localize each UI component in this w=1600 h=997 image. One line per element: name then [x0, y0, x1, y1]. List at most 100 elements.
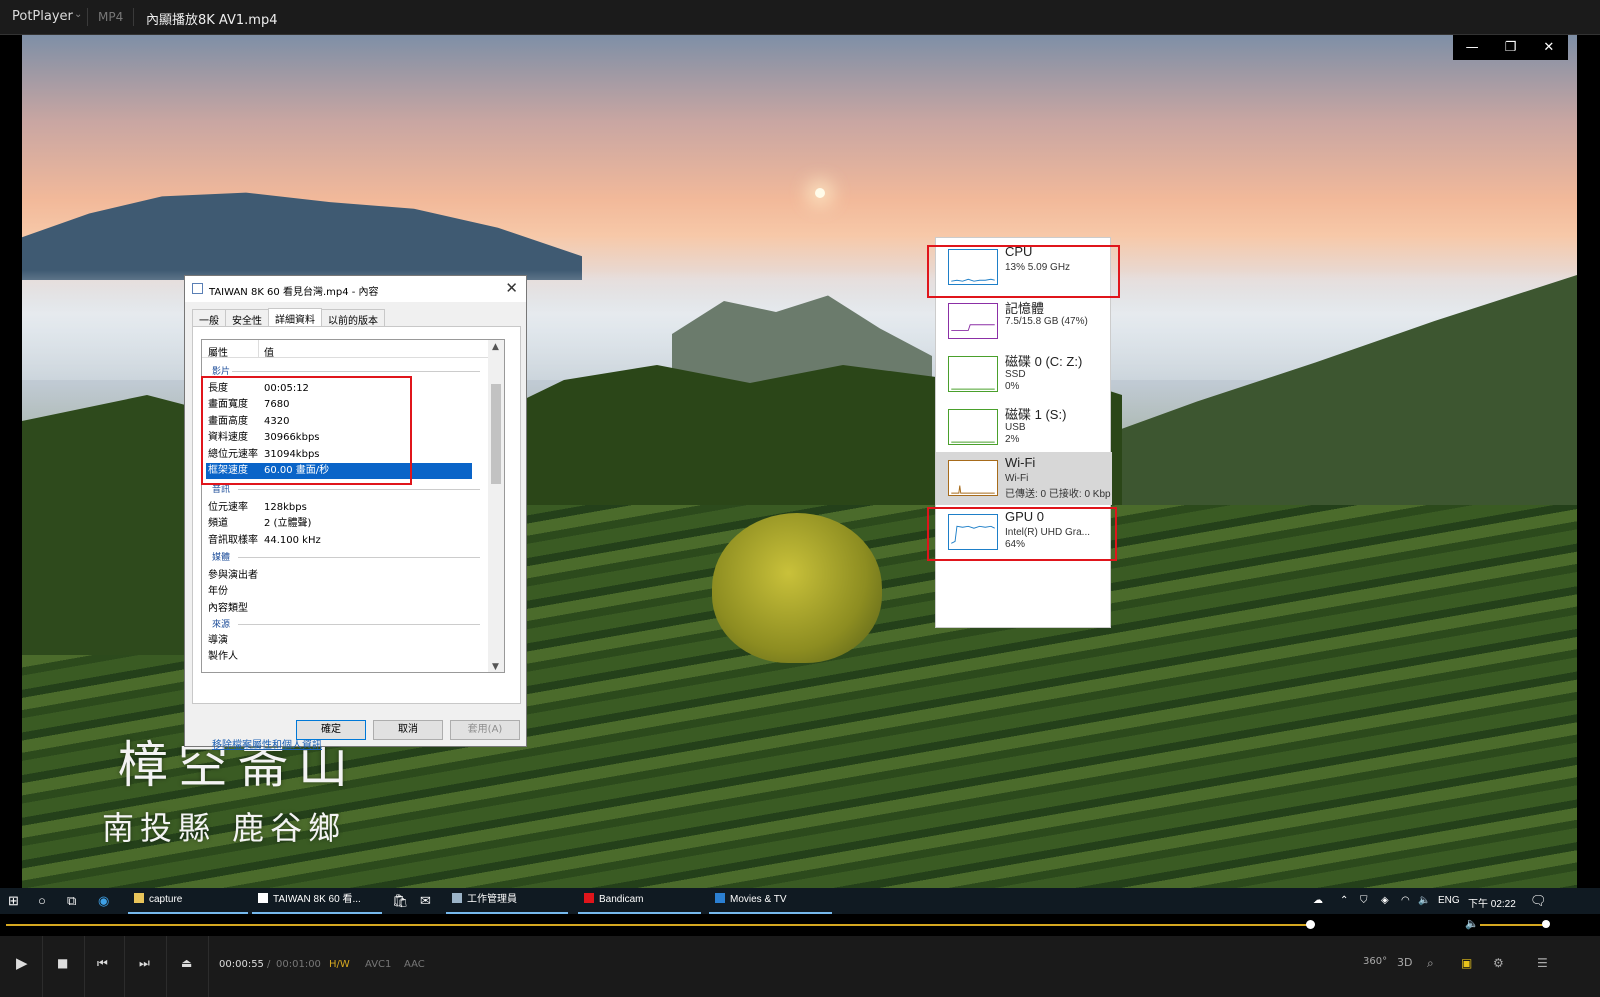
property-row[interactable]: 年份: [206, 584, 472, 600]
tab-security[interactable]: 安全性: [225, 309, 269, 327]
property-row[interactable]: 內容類型: [206, 601, 472, 617]
chevron-up-icon[interactable]: ⌃: [1340, 895, 1348, 906]
taskbar-task-label: 工作管理員: [467, 894, 517, 905]
property-row[interactable]: 參與演出者: [206, 568, 472, 584]
restore-button[interactable]: ❐: [1491, 35, 1529, 60]
previous-icon[interactable]: ⏮: [97, 956, 108, 971]
taskbar-task-label: Movies & TV: [730, 894, 787, 905]
section-media: 媒體: [212, 553, 231, 563]
minimize-button[interactable]: —: [1453, 35, 1491, 60]
perf-item-detail: SSD: [1005, 369, 1026, 380]
onedrive-icon[interactable]: ☁: [1313, 895, 1323, 906]
video-codec-badge[interactable]: AVC1: [365, 959, 391, 970]
usage-graph: [948, 303, 998, 339]
3d-button[interactable]: 3D: [1397, 956, 1412, 969]
property-row[interactable]: 製作人: [206, 649, 472, 665]
store-icon[interactable]: 🛍: [392, 893, 409, 909]
taskbar-task-label: TAIWAN 8K 60 看...: [273, 894, 361, 905]
seek-bar[interactable]: 🔈: [0, 914, 1600, 936]
file-title: 內顯播放8K AV1.mp4: [146, 13, 278, 28]
edge-icon[interactable]: ◉: [98, 893, 109, 909]
column-header-value[interactable]: 值: [264, 344, 274, 359]
divider: [258, 340, 259, 358]
language-indicator[interactable]: ENG: [1438, 895, 1460, 906]
column-header-property[interactable]: 屬性: [208, 344, 228, 359]
perf-item-name: 磁碟 0 (C: Z:): [1005, 354, 1083, 369]
perf-item-disk0[interactable]: 磁碟 0 (C: Z:) SSD 0%: [936, 348, 1112, 401]
property-row[interactable]: 導演: [206, 633, 472, 649]
stop-icon[interactable]: ■: [57, 956, 68, 970]
divider: [84, 936, 85, 997]
cancel-button[interactable]: 取消: [373, 720, 443, 740]
gear-icon[interactable]: ⚙: [1493, 956, 1504, 970]
property-row[interactable]: 音訊取樣率 44.100 kHz: [206, 533, 472, 549]
clock[interactable]: 下午 02:22: [1468, 895, 1516, 910]
property-row[interactable]: 位元速率 128kbps: [206, 500, 472, 516]
perf-item-disk1[interactable]: 磁碟 1 (S:) USB 2%: [936, 401, 1112, 454]
wifi-icon[interactable]: ◠: [1401, 895, 1410, 906]
notification-icon[interactable]: 🗨: [1530, 893, 1547, 909]
perf-item-wifi[interactable]: Wi-Fi Wi-Fi 已傳送: 0 已接收: 0 Kbp: [936, 452, 1112, 505]
ok-button[interactable]: 確定: [296, 720, 366, 740]
speaker-icon[interactable]: 🔈: [1418, 895, 1430, 906]
format-label: MP4: [98, 10, 124, 24]
dialog-title: TAIWAN 8K 60 看見台灣.mp4 - 內容: [209, 287, 379, 298]
divider: [166, 936, 167, 997]
property-name: 位元速率: [208, 502, 248, 513]
taskbar-task-bandicam[interactable]: Bandicam: [578, 888, 701, 914]
property-row[interactable]: 頻道 2 (立體聲): [206, 516, 472, 532]
shield-icon[interactable]: ⛉: [1360, 895, 1368, 906]
scrollbar[interactable]: ▲ ▼: [488, 340, 504, 672]
time-separator: /: [267, 959, 271, 970]
subtitle-icon[interactable]: ▣: [1461, 956, 1472, 970]
next-icon[interactable]: ⏭: [139, 956, 150, 971]
security-icon[interactable]: ◈: [1381, 895, 1389, 906]
volume-handle[interactable]: [1542, 920, 1551, 928]
app-menu-button[interactable]: PotPlayer: [12, 9, 73, 24]
perf-item-memory[interactable]: 記憶體 7.5/15.8 GB (47%): [936, 295, 1112, 348]
taskbar-task-label: capture: [149, 894, 183, 905]
seek-handle[interactable]: [1305, 920, 1315, 929]
zoom-icon[interactable]: ⌕: [1427, 956, 1434, 971]
current-time: 00:00:55: [219, 959, 264, 970]
vr-360-button[interactable]: 360°: [1363, 956, 1387, 967]
divider: [124, 936, 125, 997]
volume-slider[interactable]: [1480, 924, 1546, 926]
windows-start-icon[interactable]: ⊞: [8, 893, 19, 909]
chevron-down-icon[interactable]: ⌄: [74, 9, 82, 20]
tab-previous-versions[interactable]: 以前的版本: [321, 309, 385, 327]
scroll-thumb[interactable]: [491, 384, 501, 484]
tab-general[interactable]: 一般: [192, 309, 226, 327]
taskbar-task-potplayer[interactable]: TAIWAN 8K 60 看...: [252, 888, 382, 914]
perf-item-detail: 0%: [1005, 381, 1020, 392]
title-bar: PotPlayer ⌄ MP4 內顯播放8K AV1.mp4: [0, 0, 1600, 35]
property-name: 參與演出者: [208, 570, 258, 581]
close-button[interactable]: ✕: [1530, 35, 1568, 60]
sun: [815, 188, 825, 198]
search-circle-icon[interactable]: ○: [38, 893, 46, 909]
play-icon[interactable]: ▶: [16, 954, 28, 972]
taskbar-task-task-manager[interactable]: 工作管理員: [446, 888, 568, 914]
audio-codec-badge[interactable]: AAC: [404, 959, 425, 970]
eject-icon[interactable]: ⏏: [181, 956, 192, 970]
property-value: 128kbps: [264, 502, 307, 513]
property-name: 製作人: [208, 651, 238, 663]
apply-button[interactable]: 套用(A): [450, 720, 520, 740]
scroll-up-icon[interactable]: ▲: [492, 342, 499, 352]
seek-progress[interactable]: [6, 924, 1310, 926]
usage-graph: [948, 356, 998, 392]
scroll-down-icon[interactable]: ▼: [492, 662, 499, 672]
hw-decode-badge[interactable]: H/W: [329, 959, 350, 970]
perf-item-detail: Wi-Fi: [1005, 473, 1029, 484]
taskbar-task-capture[interactable]: capture: [128, 888, 248, 914]
divider: [232, 371, 480, 372]
task-manager-icon: [452, 893, 462, 903]
taskbar-task-movies-tv[interactable]: Movies & TV: [709, 888, 832, 914]
volume-icon[interactable]: 🔈: [1465, 917, 1479, 930]
divider: [133, 8, 134, 26]
task-view-icon[interactable]: ⧉: [67, 893, 76, 909]
menu-icon[interactable]: ☰: [1537, 956, 1548, 970]
mail-icon[interactable]: ✉: [420, 893, 431, 909]
tab-details[interactable]: 詳細資料: [268, 308, 322, 326]
dialog-close-button[interactable]: ✕: [505, 279, 518, 297]
